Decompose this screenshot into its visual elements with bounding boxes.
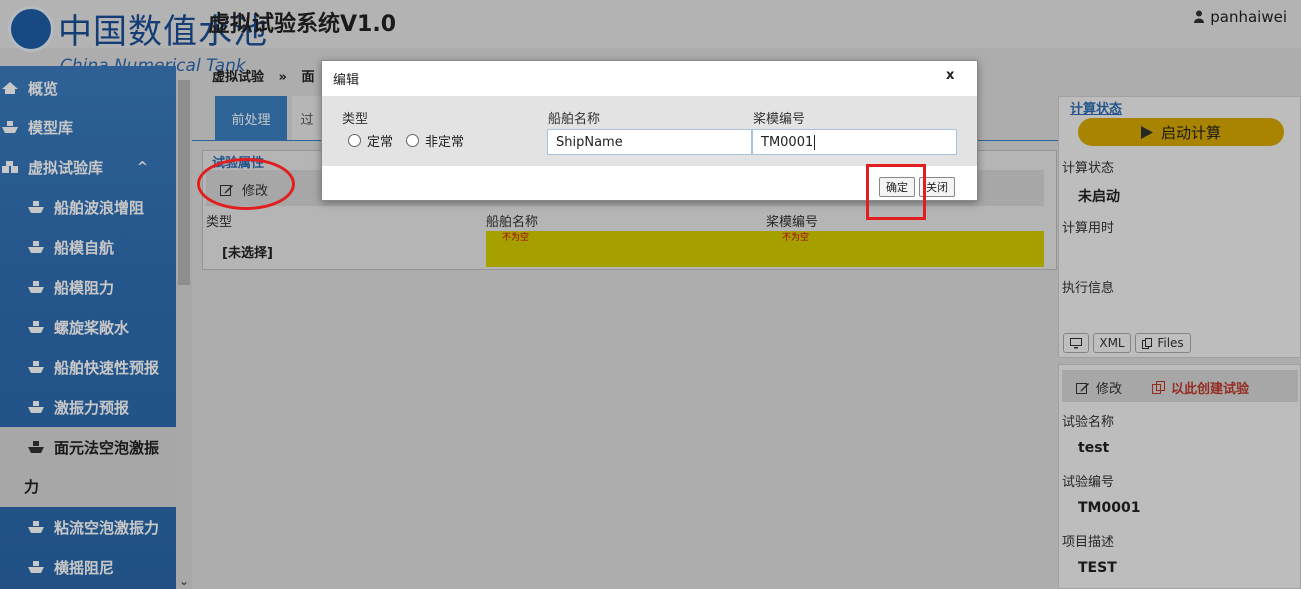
radio-unsteady[interactable]: 非定常 xyxy=(406,131,464,150)
radio-circle xyxy=(348,134,361,147)
annotation-circle xyxy=(197,158,295,210)
radio-steady[interactable]: 定常 xyxy=(348,131,393,150)
propeller-id-label: 桨模编号 xyxy=(753,112,806,127)
radio-circle xyxy=(406,134,419,147)
close-icon[interactable]: x xyxy=(946,68,954,83)
type-label: 类型 xyxy=(342,112,369,127)
propeller-id-input[interactable]: TM0001 xyxy=(752,129,957,155)
ship-name-input[interactable]: ShipName xyxy=(547,129,752,155)
annotation-box xyxy=(866,164,926,220)
dialog-title: 编辑 xyxy=(333,73,360,88)
ship-name-label: 船舶名称 xyxy=(548,112,601,127)
text-cursor xyxy=(814,135,816,150)
